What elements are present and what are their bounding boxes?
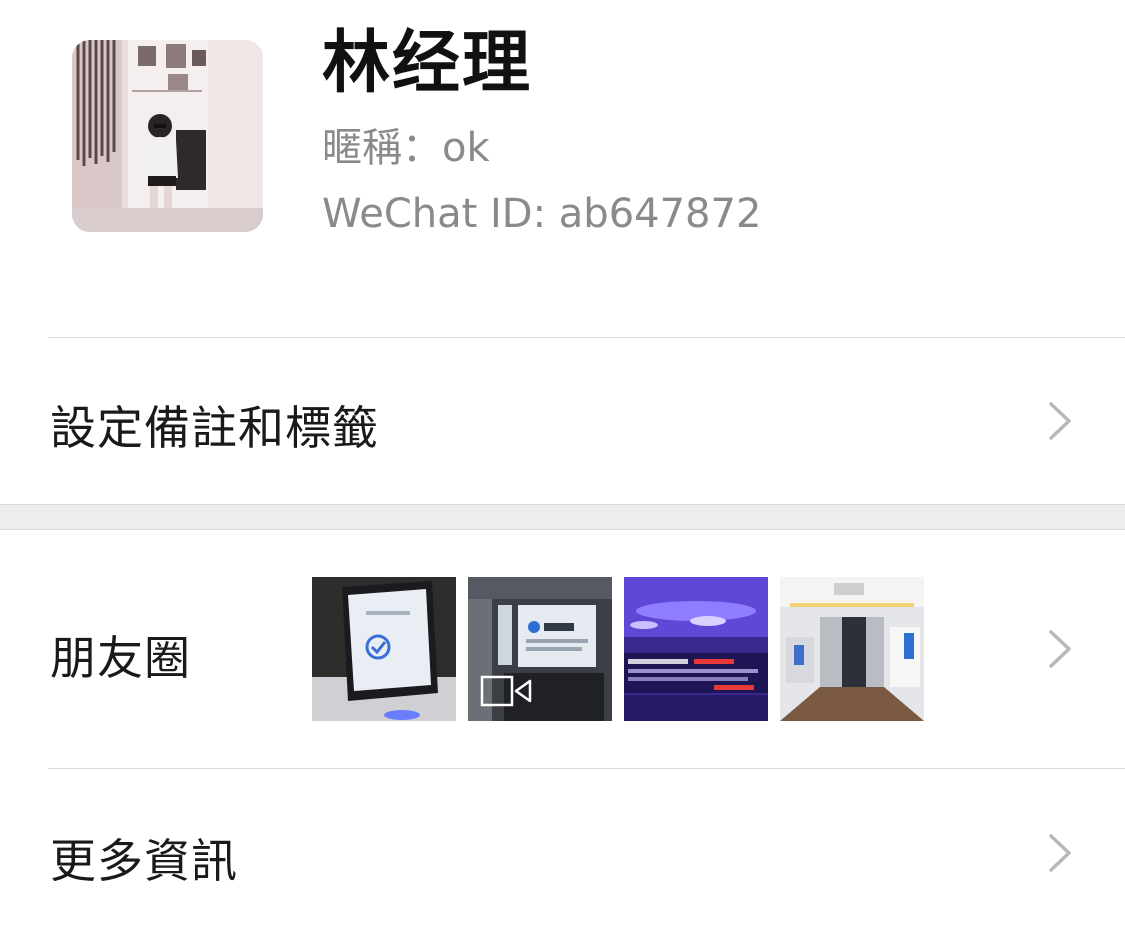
nickname: 暱稱：ok (322, 125, 490, 171)
chevron-right-icon (1047, 629, 1073, 669)
moments-thumbnail-3[interactable] (624, 577, 768, 721)
moments-thumbnail-2[interactable] (468, 577, 612, 721)
avatar-photo (72, 40, 263, 232)
contact-name: 林经理 (322, 24, 533, 103)
moments-thumbnail-4[interactable] (780, 577, 924, 721)
profile-header: 林经理 暱稱：ok WeChat ID: ab647872 (0, 0, 1125, 338)
remarks-tags-row[interactable]: 設定備註和標籤 (0, 338, 1125, 504)
more-info-label: 更多資訊 (50, 834, 238, 888)
chevron-right-icon (1047, 833, 1073, 873)
avatar[interactable] (72, 40, 263, 232)
moments-thumbnail-1[interactable] (312, 577, 456, 721)
contact-profile-page: 林经理 暱稱：ok WeChat ID: ab647872 設定備註和標籤 朋友… (0, 0, 1125, 929)
wechat-id[interactable]: WeChat ID: ab647872 (322, 190, 761, 238)
section-gap (0, 504, 1125, 530)
more-info-row[interactable]: 更多資訊 (0, 769, 1125, 929)
moments-label: 朋友圈 (50, 631, 191, 685)
remarks-tags-label: 設定備註和標籤 (50, 401, 379, 455)
chevron-right-icon (1047, 401, 1073, 441)
